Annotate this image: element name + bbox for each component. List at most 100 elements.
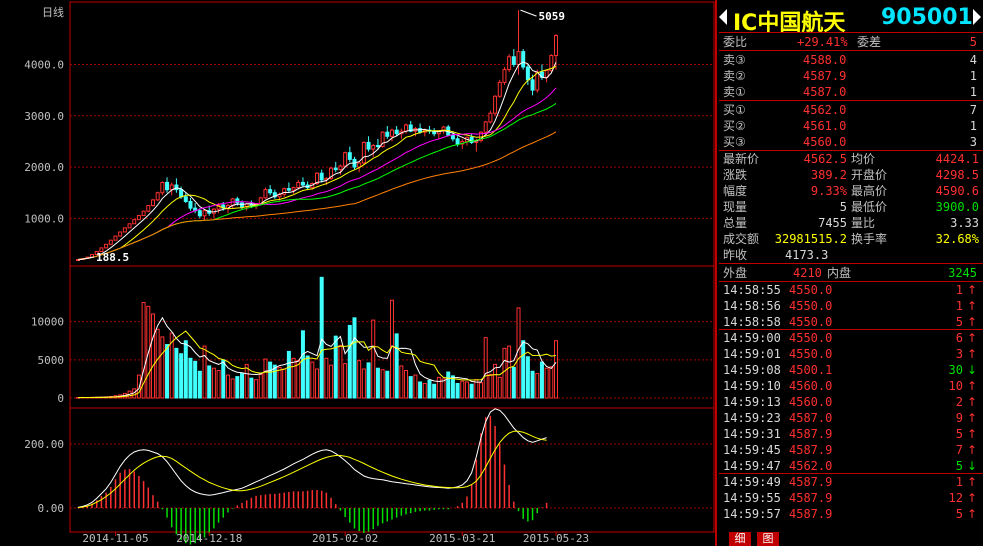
volume-bar [361, 368, 366, 399]
volume-bar [544, 367, 549, 399]
volume-tick-label: 5000 [38, 354, 65, 367]
volume-bar [263, 358, 268, 399]
bid-label: 买② [723, 119, 746, 133]
candle [554, 35, 558, 57]
candle [483, 121, 488, 133]
up-arrow-icon: ↑ [966, 507, 977, 521]
tick-price: 4587.9 [789, 475, 833, 489]
volume-bar [324, 357, 329, 399]
stat-value: 389.2 [810, 168, 847, 182]
stat-label: 涨跌 [723, 168, 748, 182]
tick-volume: 10 [948, 379, 963, 393]
order-ratio-value: +29.41% [797, 35, 848, 49]
stat-value: 32.68% [935, 232, 979, 246]
tick-volume: 30 [948, 363, 963, 377]
tick-row: 14:59:55 4587.9 12 ↑ [719, 490, 981, 506]
candle [450, 134, 455, 140]
volume-bar [249, 377, 254, 399]
tick-time: 14:58:58 [723, 315, 781, 329]
candle [235, 198, 240, 204]
volume-bar [507, 345, 512, 399]
price-tick-label: 3000.0 [24, 110, 64, 123]
panel-tabs: 细 图 [719, 530, 983, 546]
up-arrow-icon: ↑ [966, 491, 977, 505]
candle [183, 196, 188, 202]
divider [719, 50, 983, 51]
candle [507, 56, 512, 71]
candle [319, 172, 324, 181]
stat-value: 4590.6 [935, 184, 979, 198]
tick-row: 14:59:45 4587.9 7 ↑ [719, 442, 981, 458]
tick-volume: 9 [955, 411, 963, 425]
stat-value: 7455 [818, 216, 847, 230]
volume-bar [525, 356, 530, 399]
tick-row: 14:58:58 4550.0 5 ↑ [719, 314, 981, 330]
volume-bar [268, 361, 273, 399]
candle [104, 243, 109, 249]
next-arrow-icon[interactable] [973, 9, 981, 25]
volume-bar [160, 336, 165, 399]
stat-row: 成交额 32981515.2 换手率 32.68% [719, 231, 981, 247]
stat-label: 换手率 [851, 232, 888, 246]
stat-label: 最高价 [851, 184, 888, 198]
prev-arrow-icon[interactable] [719, 9, 727, 25]
candle [333, 167, 338, 171]
tab-chart[interactable]: 图 [757, 532, 779, 546]
candle [118, 231, 123, 237]
volume-bar [357, 360, 362, 399]
volume-bar [197, 370, 202, 399]
candle [141, 210, 146, 217]
ma-line [77, 61, 557, 260]
candle [525, 66, 530, 81]
candle [371, 145, 376, 150]
candle [347, 152, 352, 160]
up-arrow-icon: ↑ [966, 331, 977, 345]
candle [240, 202, 245, 208]
tick-price: 4550.0 [789, 331, 833, 345]
stat-value: 3900.0 [935, 200, 979, 214]
macd-tick-label: 200.00 [24, 438, 64, 451]
tick-price: 4587.0 [789, 411, 833, 425]
price-tick-label: 4000.0 [24, 58, 64, 71]
volume-bar [436, 376, 441, 399]
stat-label: 总量 [723, 216, 748, 230]
divider [719, 32, 983, 33]
volume-bar [291, 357, 296, 399]
stat-value: 4424.1 [935, 152, 979, 166]
candle [127, 223, 132, 229]
tick-time: 14:59:00 [723, 331, 781, 345]
volume-bar [521, 340, 526, 399]
volume-bar [469, 383, 474, 399]
bid-volume: 3 [969, 135, 977, 149]
stat-row: 总量 7455 量比 3.33 [719, 215, 981, 231]
volume-bar [366, 362, 371, 399]
tick-time: 14:59:49 [723, 475, 781, 489]
candle [535, 71, 540, 91]
candle [132, 219, 137, 225]
stat-value: 9.33% [810, 184, 847, 198]
price-tick-label: 1000.0 [24, 212, 64, 225]
tick-row: 14:59:13 4560.0 2 ↑ [719, 394, 981, 410]
prev-close-row: 昨收 4173.3 [723, 248, 829, 262]
volume-bar [254, 379, 259, 399]
volume-bar [343, 363, 348, 399]
volume-bar [394, 333, 399, 399]
tick-price: 4587.9 [789, 427, 833, 441]
ask-row: 卖③ 4588.0 4 [719, 52, 981, 68]
bid-row: 买① 4562.0 7 [719, 102, 981, 118]
candle [521, 51, 526, 68]
volume-bar [216, 370, 221, 399]
tab-detail[interactable]: 细 [729, 532, 751, 546]
up-arrow-icon: ↑ [966, 475, 977, 489]
volume-bar [277, 366, 282, 399]
tick-volume: 2 [955, 395, 963, 409]
volume-bar [150, 313, 155, 399]
tick-time: 14:59:55 [723, 491, 781, 505]
tick-row: 14:59:01 4550.0 3 ↑ [719, 346, 981, 362]
up-arrow-icon: ↑ [966, 395, 977, 409]
kline-chart[interactable]: 日线 4000.0 3000.0 2000.0 1000.0 5059 188.5 10000… [0, 0, 719, 546]
candle [174, 184, 179, 191]
volume-bar [188, 357, 193, 399]
candle [366, 141, 371, 150]
candle [291, 187, 296, 191]
